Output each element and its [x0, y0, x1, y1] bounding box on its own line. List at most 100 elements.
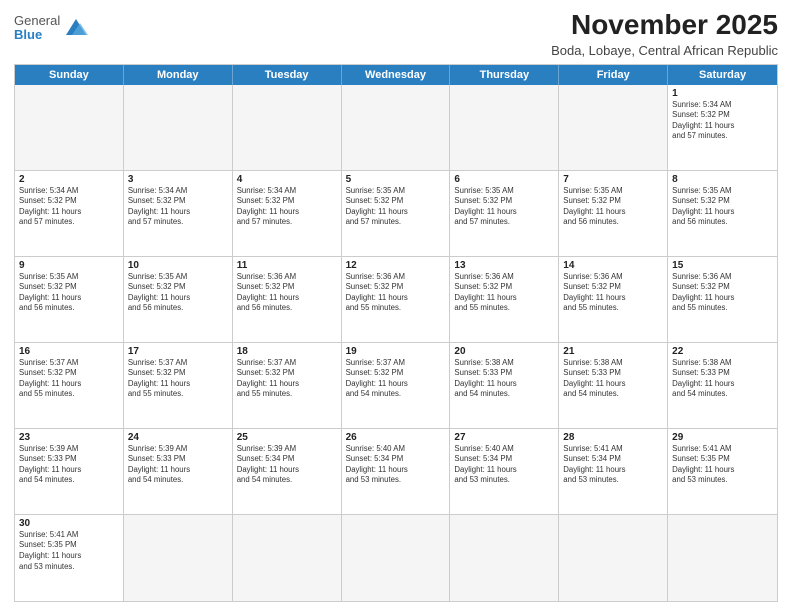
- day-number: 4: [237, 174, 337, 185]
- day-info: Sunrise: 5:35 AM Sunset: 5:32 PM Dayligh…: [672, 186, 773, 228]
- day-info: Sunrise: 5:41 AM Sunset: 5:35 PM Dayligh…: [19, 530, 119, 572]
- day-info: Sunrise: 5:38 AM Sunset: 5:33 PM Dayligh…: [563, 358, 663, 400]
- calendar-header-cell: Sunday: [15, 65, 124, 85]
- calendar-cell: 19Sunrise: 5:37 AM Sunset: 5:32 PM Dayli…: [342, 343, 451, 428]
- calendar-cell: 12Sunrise: 5:36 AM Sunset: 5:32 PM Dayli…: [342, 257, 451, 342]
- calendar-cell: 29Sunrise: 5:41 AM Sunset: 5:35 PM Dayli…: [668, 429, 777, 514]
- day-info: Sunrise: 5:35 AM Sunset: 5:32 PM Dayligh…: [128, 272, 228, 314]
- title-block: November 2025 Boda, Lobaye, Central Afri…: [551, 10, 778, 58]
- day-info: Sunrise: 5:37 AM Sunset: 5:32 PM Dayligh…: [128, 358, 228, 400]
- day-number: 25: [237, 432, 337, 443]
- day-number: 28: [563, 432, 663, 443]
- day-info: Sunrise: 5:34 AM Sunset: 5:32 PM Dayligh…: [672, 100, 773, 142]
- day-number: 23: [19, 432, 119, 443]
- calendar-cell: 13Sunrise: 5:36 AM Sunset: 5:32 PM Dayli…: [450, 257, 559, 342]
- calendar-cell: 26Sunrise: 5:40 AM Sunset: 5:34 PM Dayli…: [342, 429, 451, 514]
- day-info: Sunrise: 5:41 AM Sunset: 5:35 PM Dayligh…: [672, 444, 773, 486]
- day-info: Sunrise: 5:41 AM Sunset: 5:34 PM Dayligh…: [563, 444, 663, 486]
- calendar-week: 9Sunrise: 5:35 AM Sunset: 5:32 PM Daylig…: [15, 257, 777, 343]
- calendar-cell: [233, 85, 342, 170]
- day-number: 20: [454, 346, 554, 357]
- day-number: 10: [128, 260, 228, 271]
- calendar-week: 2Sunrise: 5:34 AM Sunset: 5:32 PM Daylig…: [15, 171, 777, 257]
- day-number: 13: [454, 260, 554, 271]
- day-number: 18: [237, 346, 337, 357]
- calendar-cell: 23Sunrise: 5:39 AM Sunset: 5:33 PM Dayli…: [15, 429, 124, 514]
- day-number: 16: [19, 346, 119, 357]
- calendar-cell: 6Sunrise: 5:35 AM Sunset: 5:32 PM Daylig…: [450, 171, 559, 256]
- calendar-cell: 4Sunrise: 5:34 AM Sunset: 5:32 PM Daylig…: [233, 171, 342, 256]
- day-info: Sunrise: 5:36 AM Sunset: 5:32 PM Dayligh…: [563, 272, 663, 314]
- day-info: Sunrise: 5:34 AM Sunset: 5:32 PM Dayligh…: [19, 186, 119, 228]
- calendar-cell: [124, 85, 233, 170]
- day-info: Sunrise: 5:37 AM Sunset: 5:32 PM Dayligh…: [19, 358, 119, 400]
- day-number: 21: [563, 346, 663, 357]
- day-number: 24: [128, 432, 228, 443]
- day-info: Sunrise: 5:36 AM Sunset: 5:32 PM Dayligh…: [237, 272, 337, 314]
- calendar-cell: [559, 85, 668, 170]
- day-info: Sunrise: 5:39 AM Sunset: 5:34 PM Dayligh…: [237, 444, 337, 486]
- logo: General Blue: [14, 14, 90, 43]
- calendar-cell: 22Sunrise: 5:38 AM Sunset: 5:33 PM Dayli…: [668, 343, 777, 428]
- day-info: Sunrise: 5:39 AM Sunset: 5:33 PM Dayligh…: [128, 444, 228, 486]
- day-info: Sunrise: 5:38 AM Sunset: 5:33 PM Dayligh…: [454, 358, 554, 400]
- logo-blue: Blue: [14, 28, 60, 42]
- calendar-cell: 14Sunrise: 5:36 AM Sunset: 5:32 PM Dayli…: [559, 257, 668, 342]
- day-info: Sunrise: 5:36 AM Sunset: 5:32 PM Dayligh…: [672, 272, 773, 314]
- day-number: 1: [672, 88, 773, 99]
- day-info: Sunrise: 5:38 AM Sunset: 5:33 PM Dayligh…: [672, 358, 773, 400]
- calendar-cell: [668, 515, 777, 601]
- day-info: Sunrise: 5:35 AM Sunset: 5:32 PM Dayligh…: [563, 186, 663, 228]
- calendar-header-cell: Wednesday: [342, 65, 451, 85]
- day-number: 14: [563, 260, 663, 271]
- day-info: Sunrise: 5:37 AM Sunset: 5:32 PM Dayligh…: [237, 358, 337, 400]
- day-info: Sunrise: 5:36 AM Sunset: 5:32 PM Dayligh…: [454, 272, 554, 314]
- calendar-cell: 10Sunrise: 5:35 AM Sunset: 5:32 PM Dayli…: [124, 257, 233, 342]
- calendar-cell: 25Sunrise: 5:39 AM Sunset: 5:34 PM Dayli…: [233, 429, 342, 514]
- page-title: November 2025: [551, 10, 778, 41]
- calendar-cell: [233, 515, 342, 601]
- day-number: 7: [563, 174, 663, 185]
- day-info: Sunrise: 5:40 AM Sunset: 5:34 PM Dayligh…: [454, 444, 554, 486]
- header: General Blue November 2025 Boda, Lobaye,…: [14, 10, 778, 58]
- calendar-cell: [342, 85, 451, 170]
- day-info: Sunrise: 5:35 AM Sunset: 5:32 PM Dayligh…: [454, 186, 554, 228]
- calendar-cell: 5Sunrise: 5:35 AM Sunset: 5:32 PM Daylig…: [342, 171, 451, 256]
- day-number: 17: [128, 346, 228, 357]
- calendar-header-cell: Saturday: [668, 65, 777, 85]
- day-number: 15: [672, 260, 773, 271]
- calendar-header-cell: Tuesday: [233, 65, 342, 85]
- calendar-cell: 16Sunrise: 5:37 AM Sunset: 5:32 PM Dayli…: [15, 343, 124, 428]
- calendar-cell: [450, 515, 559, 601]
- page: General Blue November 2025 Boda, Lobaye,…: [0, 0, 792, 612]
- day-info: Sunrise: 5:36 AM Sunset: 5:32 PM Dayligh…: [346, 272, 446, 314]
- calendar-cell: 28Sunrise: 5:41 AM Sunset: 5:34 PM Dayli…: [559, 429, 668, 514]
- calendar-cell: 9Sunrise: 5:35 AM Sunset: 5:32 PM Daylig…: [15, 257, 124, 342]
- calendar-cell: 20Sunrise: 5:38 AM Sunset: 5:33 PM Dayli…: [450, 343, 559, 428]
- calendar-cell: 2Sunrise: 5:34 AM Sunset: 5:32 PM Daylig…: [15, 171, 124, 256]
- logo-text: General Blue: [14, 14, 60, 43]
- day-info: Sunrise: 5:37 AM Sunset: 5:32 PM Dayligh…: [346, 358, 446, 400]
- calendar-cell: 15Sunrise: 5:36 AM Sunset: 5:32 PM Dayli…: [668, 257, 777, 342]
- day-info: Sunrise: 5:34 AM Sunset: 5:32 PM Dayligh…: [128, 186, 228, 228]
- calendar: SundayMondayTuesdayWednesdayThursdayFrid…: [14, 64, 778, 602]
- calendar-cell: [342, 515, 451, 601]
- calendar-cell: 24Sunrise: 5:39 AM Sunset: 5:33 PM Dayli…: [124, 429, 233, 514]
- calendar-cell: 21Sunrise: 5:38 AM Sunset: 5:33 PM Dayli…: [559, 343, 668, 428]
- calendar-week: 16Sunrise: 5:37 AM Sunset: 5:32 PM Dayli…: [15, 343, 777, 429]
- day-info: Sunrise: 5:40 AM Sunset: 5:34 PM Dayligh…: [346, 444, 446, 486]
- day-number: 22: [672, 346, 773, 357]
- calendar-cell: 30Sunrise: 5:41 AM Sunset: 5:35 PM Dayli…: [15, 515, 124, 601]
- logo-general: General: [14, 14, 60, 28]
- day-number: 19: [346, 346, 446, 357]
- calendar-week: 30Sunrise: 5:41 AM Sunset: 5:35 PM Dayli…: [15, 515, 777, 601]
- calendar-body: 1Sunrise: 5:34 AM Sunset: 5:32 PM Daylig…: [15, 85, 777, 601]
- day-number: 8: [672, 174, 773, 185]
- calendar-header-cell: Friday: [559, 65, 668, 85]
- calendar-cell: [559, 515, 668, 601]
- day-number: 6: [454, 174, 554, 185]
- calendar-cell: 3Sunrise: 5:34 AM Sunset: 5:32 PM Daylig…: [124, 171, 233, 256]
- calendar-cell: [124, 515, 233, 601]
- day-number: 30: [19, 518, 119, 529]
- day-number: 11: [237, 260, 337, 271]
